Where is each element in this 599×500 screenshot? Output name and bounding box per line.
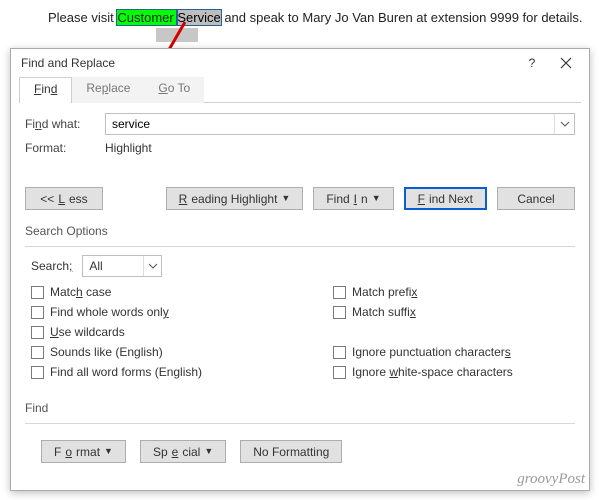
doc-highlight-customer: Customer xyxy=(117,10,177,25)
find-section-title: Find xyxy=(25,399,575,421)
match-prefix-checkbox[interactable]: Match prefix xyxy=(333,285,575,299)
special-button[interactable]: Special▼ xyxy=(140,440,226,463)
chevron-down-icon xyxy=(560,121,570,127)
checkbox-icon xyxy=(31,306,44,319)
section-divider xyxy=(25,423,575,424)
watermark: groovyPost xyxy=(517,471,585,488)
caret-down-icon: ▼ xyxy=(104,447,113,456)
checkbox-icon xyxy=(31,366,44,379)
find-what-label: Find what: xyxy=(25,117,105,131)
tab-replace[interactable]: Replace xyxy=(72,77,144,103)
find-what-dropdown[interactable] xyxy=(554,114,574,134)
close-icon xyxy=(560,57,572,69)
dialog-titlebar[interactable]: Find and Replace ? xyxy=(11,49,589,77)
sounds-like-checkbox[interactable]: Sounds like (English) xyxy=(31,345,273,359)
whole-words-checkbox[interactable]: Find whole words only xyxy=(31,305,273,319)
search-direction-value: All xyxy=(83,259,143,273)
caret-down-icon: ▼ xyxy=(372,194,381,203)
close-button[interactable] xyxy=(549,52,583,74)
section-divider xyxy=(25,246,575,247)
caret-down-icon: ▼ xyxy=(204,447,213,456)
search-direction-select[interactable]: All xyxy=(82,255,162,277)
search-direction-dropdown[interactable] xyxy=(143,256,161,276)
find-next-button[interactable]: Find Next xyxy=(404,187,487,210)
format-value: Highlight xyxy=(105,141,575,155)
document-line: Please visit Customer Service and speak … xyxy=(0,0,599,25)
wildcards-checkbox[interactable]: Use wildcards xyxy=(31,325,273,339)
tab-goto[interactable]: Go To xyxy=(144,77,204,103)
no-formatting-button[interactable]: No Formatting xyxy=(240,440,342,463)
checkbox-icon xyxy=(333,346,346,359)
tab-strip: Find Replace Go To xyxy=(11,77,589,103)
help-button[interactable]: ? xyxy=(515,52,549,74)
checkbox-icon xyxy=(333,306,346,319)
match-case-checkbox[interactable]: Match case xyxy=(31,285,273,299)
selection-residual xyxy=(156,28,198,42)
doc-text-pre: Please visit xyxy=(48,10,117,25)
checkbox-icon xyxy=(333,366,346,379)
word-forms-checkbox[interactable]: Find all word forms (English) xyxy=(31,365,273,379)
less-button[interactable]: << Less xyxy=(25,187,103,210)
checkbox-icon xyxy=(31,346,44,359)
dialog-title: Find and Replace xyxy=(21,56,515,70)
reading-highlight-button[interactable]: Reading Highlight▼ xyxy=(166,187,304,210)
find-what-value: service xyxy=(106,114,554,134)
format-label: Format: xyxy=(25,141,105,155)
search-direction-label: Search; xyxy=(25,259,72,273)
chevron-down-icon xyxy=(148,263,158,269)
checkbox-icon xyxy=(31,286,44,299)
ignore-punctuation-checkbox[interactable]: Ignore punctuation characters xyxy=(333,345,575,359)
search-options-title: Search Options xyxy=(25,222,575,244)
ignore-whitespace-checkbox[interactable]: Ignore white-space characters xyxy=(333,365,575,379)
checkbox-icon xyxy=(333,286,346,299)
doc-highlight-service: Service xyxy=(177,10,220,25)
cancel-button[interactable]: Cancel xyxy=(497,187,575,210)
find-in-button[interactable]: Find In▼ xyxy=(313,187,393,210)
match-suffix-checkbox[interactable]: Match suffix xyxy=(333,305,575,319)
checkbox-icon xyxy=(31,326,44,339)
format-button[interactable]: Format▼ xyxy=(41,440,126,463)
caret-down-icon: ▼ xyxy=(281,194,290,203)
doc-text-post: and speak to Mary Jo Van Buren at extens… xyxy=(221,10,583,25)
tab-find[interactable]: Find xyxy=(19,77,72,103)
find-what-input[interactable]: service xyxy=(105,113,575,135)
find-replace-dialog: Find and Replace ? Find Replace Go To Fi… xyxy=(10,48,590,491)
